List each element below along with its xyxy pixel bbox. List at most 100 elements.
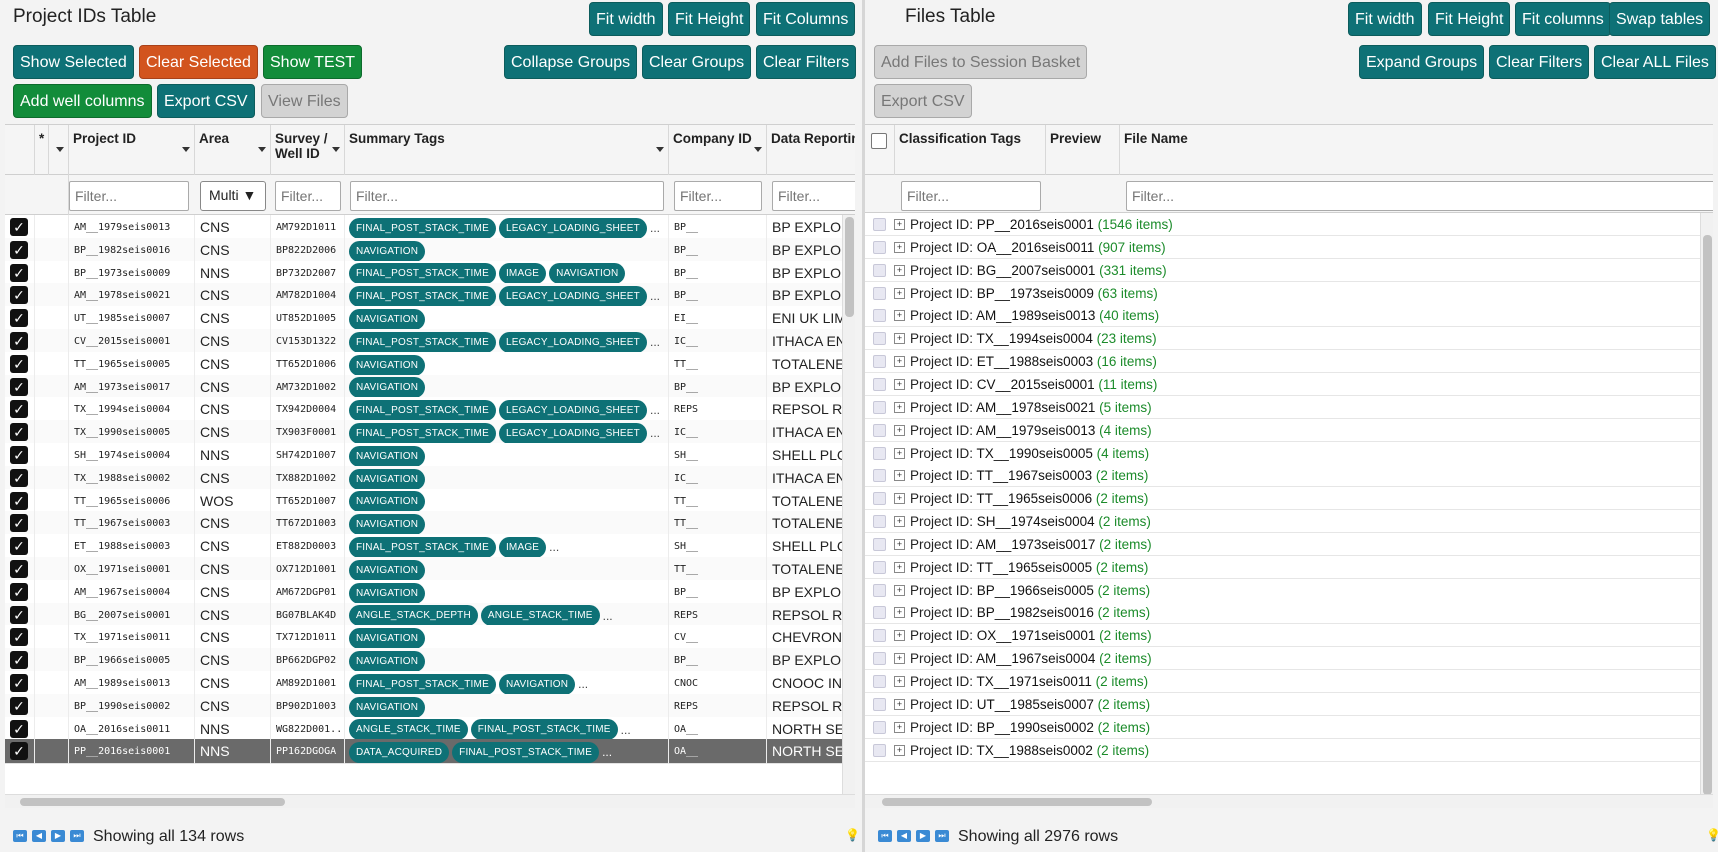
group-row[interactable]: + Project ID: PP__2016seis0001 (1546 item…	[865, 213, 1713, 236]
table-row[interactable]: ✓ BP__1973seis0009 NNS BP732D2007 FINAL_POST…	[5, 260, 855, 286]
row-checkbox[interactable]: ✓	[10, 674, 28, 692]
group-row[interactable]: + Project ID: BP__1990seis0002 (2 items)	[865, 715, 1713, 739]
header-classification-tags[interactable]: Classification Tags	[895, 125, 1046, 175]
row-checkbox[interactable]: ✓	[10, 332, 28, 350]
group-row[interactable]: + Project ID: AM__1973seis0017 (2 items)	[865, 532, 1713, 556]
group-row[interactable]: + Project ID: ET__1988seis0003 (16 items)	[865, 350, 1713, 374]
row-checkbox[interactable]: ✓	[10, 263, 28, 282]
vertical-scrollbar[interactable]	[1700, 213, 1713, 795]
table-row[interactable]: ✓ BP__1982seis0016 CNS BP822D2006 NAVIGATION…	[5, 237, 855, 263]
survey-filter-input[interactable]	[275, 181, 341, 211]
next-page-icon[interactable]: ▶	[916, 830, 930, 842]
group-checkbox[interactable]	[873, 446, 886, 460]
table-row[interactable]: ✓ TX__1994seis0004 CNS TX942D0004 FINAL_POST…	[5, 397, 855, 423]
show-selected-button[interactable]: Show Selected	[13, 45, 134, 79]
expand-plus-icon[interactable]: +	[894, 630, 905, 642]
group-checkbox[interactable]	[873, 697, 886, 711]
swap-tables-button[interactable]: Swap tables	[1609, 2, 1711, 36]
group-checkbox[interactable]	[873, 652, 886, 666]
fit-height-button[interactable]: Fit Height	[668, 2, 751, 36]
expand-plus-icon[interactable]: +	[894, 287, 905, 299]
group-checkbox[interactable]	[873, 537, 886, 551]
expand-plus-icon[interactable]: +	[894, 516, 905, 528]
expand-plus-icon[interactable]: +	[894, 676, 905, 687]
expand-plus-icon[interactable]: +	[894, 561, 905, 573]
header-star-menu[interactable]	[49, 125, 69, 175]
column-menu-icon[interactable]	[332, 147, 340, 152]
table-row[interactable]: ✓ UT__1985seis0007 CNS UT852D1005 NAVIGATION…	[5, 306, 855, 332]
table-row[interactable]: ✓ CV__2015seis0001 CNS CV153D1322 FINAL_POST…	[5, 329, 855, 354]
group-checkbox[interactable]	[873, 286, 886, 300]
table-row[interactable]: ✓ PP__2016seis0001 NNS PP162DGOGA DATA_ACQUI…	[5, 739, 855, 765]
group-checkbox[interactable]	[873, 515, 886, 529]
group-row[interactable]: + Project ID: BP__1966seis0005 (2 items)	[865, 578, 1713, 602]
table-row[interactable]: ✓ TT__1965seis0006 WOS TT652D1007 NAVIGATION…	[5, 488, 855, 514]
group-checkbox[interactable]	[873, 400, 886, 414]
table-row[interactable]: ✓ AM__1973seis0017 CNS AM732D1002 NAVIGATION…	[5, 374, 855, 400]
clear-groups-button[interactable]: Clear Groups	[642, 45, 752, 79]
header-preview[interactable]: Preview	[1046, 125, 1120, 175]
group-checkbox[interactable]	[873, 675, 886, 688]
group-checkbox[interactable]	[873, 218, 886, 231]
row-checkbox[interactable]: ✓	[10, 742, 28, 761]
fit-width-button[interactable]: Fit width	[589, 2, 663, 36]
prev-page-icon[interactable]: ◀	[32, 830, 46, 842]
expand-plus-icon[interactable]: +	[894, 584, 905, 596]
next-page-icon[interactable]: ▶	[51, 830, 65, 842]
row-checkbox[interactable]: ✓	[10, 468, 28, 487]
header-file-name[interactable]: File Name	[1120, 125, 1713, 175]
column-menu-icon[interactable]	[754, 147, 762, 152]
column-menu-icon[interactable]	[656, 147, 664, 152]
expand-groups-button[interactable]: Expand Groups	[1359, 45, 1485, 79]
project-id-filter-input[interactable]	[69, 181, 189, 211]
last-page-icon[interactable]: ⏭	[935, 830, 949, 842]
group-checkbox[interactable]	[873, 629, 886, 643]
fit-columns-button[interactable]: Fit Columns	[756, 2, 856, 36]
group-row[interactable]: + Project ID: SH__1974seis0004 (2 items)	[865, 510, 1713, 534]
scroll-thumb[interactable]	[845, 217, 854, 317]
table-row[interactable]: ✓ BP__1966seis0005 CNS BP662DGP02 NAVIGATION…	[5, 648, 855, 674]
column-menu-icon[interactable]	[56, 147, 64, 152]
row-checkbox[interactable]: ✓	[10, 491, 28, 510]
group-checkbox[interactable]	[873, 240, 886, 254]
group-checkbox[interactable]	[873, 720, 886, 734]
scroll-thumb[interactable]	[882, 798, 1152, 806]
header-star[interactable]: *	[35, 125, 49, 175]
expand-plus-icon[interactable]: +	[894, 721, 905, 733]
expand-plus-icon[interactable]: +	[894, 333, 905, 345]
last-page-icon[interactable]: ⏭	[70, 830, 84, 842]
expand-plus-icon[interactable]: +	[894, 744, 905, 756]
group-row[interactable]: + Project ID: TT__1967seis0003 (2 items)	[865, 464, 1713, 488]
view-files-button[interactable]: View Files	[261, 84, 348, 118]
clear-filters-button[interactable]: Clear Filters	[1489, 45, 1590, 79]
group-row[interactable]: + Project ID: AM__1979seis0013 (4 items)	[865, 418, 1713, 442]
row-checkbox[interactable]: ✓	[10, 560, 28, 578]
group-row[interactable]: + Project ID: OX__1971seis0001 (2 items)	[865, 624, 1713, 648]
row-checkbox[interactable]: ✓	[10, 354, 28, 373]
column-menu-icon[interactable]	[258, 147, 266, 152]
expand-plus-icon[interactable]: +	[894, 219, 905, 230]
expand-plus-icon[interactable]: +	[894, 538, 905, 550]
table-row[interactable]: ✓ OA__2016seis0011 NNS WG822D001... ANGLE_ST…	[5, 716, 855, 742]
row-checkbox[interactable]: ✓	[10, 400, 28, 419]
group-checkbox[interactable]	[873, 469, 886, 483]
table-row[interactable]: ✓ AM__1979seis0013 CNS AM792D1011 FINAL_POST…	[5, 215, 855, 240]
group-row[interactable]: + Project ID: TT__1965seis0005 (2 items)	[865, 555, 1713, 579]
group-checkbox[interactable]	[873, 355, 886, 369]
group-row[interactable]: + Project ID: TX__1988seis0002 (2 items)	[865, 738, 1713, 762]
expand-plus-icon[interactable]: +	[894, 493, 905, 505]
header-company-id[interactable]: Company ID	[669, 125, 767, 175]
group-row[interactable]: + Project ID: BP__1982seis0016 (2 items)	[865, 601, 1713, 625]
data-reporting-filter-input[interactable]	[772, 181, 855, 211]
group-row[interactable]: + Project ID: BP__1973seis0009 (63 items)	[865, 281, 1713, 305]
expand-plus-icon[interactable]: +	[894, 424, 905, 436]
area-multi-filter[interactable]: Multi ▼	[200, 181, 266, 211]
fit-height-button[interactable]: Fit Height	[1428, 2, 1511, 36]
scroll-thumb[interactable]	[20, 798, 285, 806]
export-csv-button[interactable]: Export CSV	[874, 84, 972, 118]
row-checkbox[interactable]: ✓	[10, 446, 28, 464]
table-row[interactable]: ✓ TT__1967seis0003 CNS TT672D1003 NAVIGATION…	[5, 511, 855, 537]
company-id-filter-input[interactable]	[674, 181, 762, 211]
table-row[interactable]: ✓ AM__1967seis0004 CNS AM672DGP01 NAVIGATION…	[5, 579, 855, 605]
row-checkbox[interactable]: ✓	[10, 651, 28, 670]
